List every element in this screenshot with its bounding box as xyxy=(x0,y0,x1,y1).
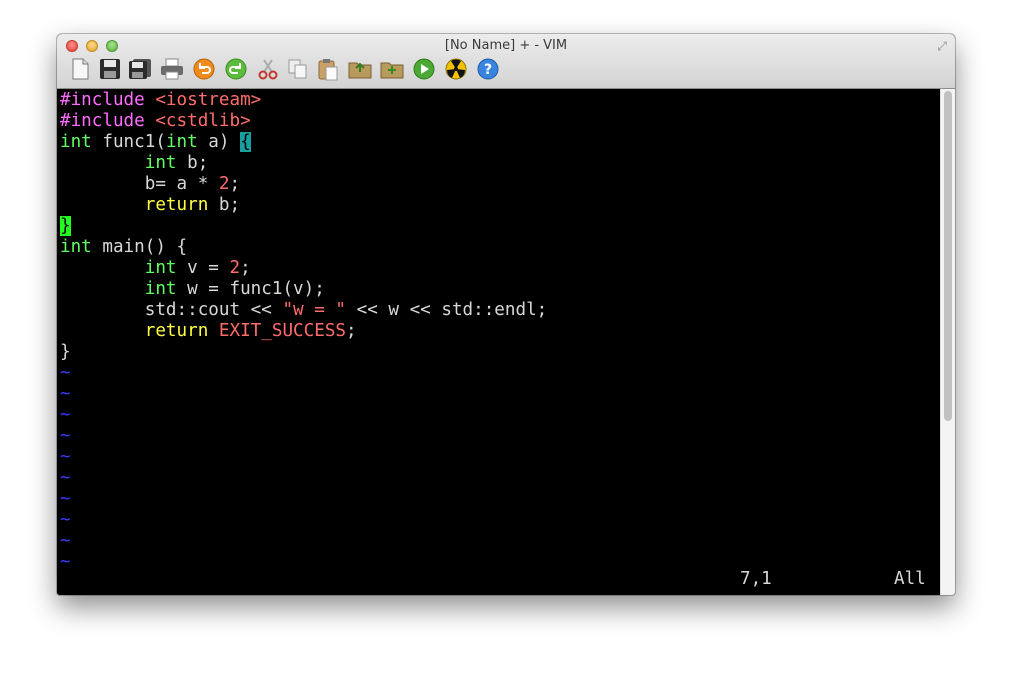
radiation-icon[interactable] xyxy=(443,56,469,82)
open-folder-icon[interactable] xyxy=(347,56,373,82)
code-line: return b; xyxy=(60,195,240,216)
type-token: int xyxy=(144,153,177,173)
code-line: b= a * 2; xyxy=(60,174,240,195)
header-token: <cstdlib> xyxy=(144,111,251,131)
paste-icon[interactable] xyxy=(315,56,341,82)
code-token: ; xyxy=(229,174,241,194)
empty-line-tilde: ~ xyxy=(60,468,71,488)
keyword-token: return xyxy=(144,195,209,215)
type-token: int xyxy=(165,132,198,152)
code-token: b; xyxy=(176,153,209,173)
code-line: return EXIT_SUCCESS; xyxy=(60,321,357,342)
preproc-token: #include xyxy=(60,90,145,110)
empty-line-tilde: ~ xyxy=(60,405,71,425)
preproc-token: #include xyxy=(60,111,145,131)
empty-line-tilde: ~ xyxy=(60,552,71,572)
code-line: int w = func1(v); xyxy=(60,279,325,300)
code-token: v = xyxy=(176,258,230,278)
run-icon[interactable] xyxy=(411,56,437,82)
empty-line-tilde: ~ xyxy=(60,531,71,551)
redo-icon[interactable] xyxy=(223,56,249,82)
code-token: func1( xyxy=(91,132,166,152)
code-token: std::cout << xyxy=(60,300,283,320)
code-token: w = func1(v); xyxy=(176,279,325,299)
cursor: } xyxy=(60,216,71,236)
empty-line-tilde: ~ xyxy=(60,384,71,404)
empty-line-tilde: ~ xyxy=(60,363,71,383)
code-token: a) xyxy=(197,132,241,152)
save-all-icon[interactable] xyxy=(127,56,153,82)
scroll-percent: All xyxy=(894,569,926,589)
code-line: int main() { xyxy=(60,237,187,258)
text-editor[interactable]: #include <iostream> #include <cstdlib> i… xyxy=(57,89,940,595)
save-icon[interactable] xyxy=(97,56,123,82)
empty-line-tilde: ~ xyxy=(60,510,71,530)
help-icon[interactable]: ? xyxy=(475,56,501,82)
empty-line-tilde: ~ xyxy=(60,447,71,467)
vim-window: [No Name] + - VIM ⤢ ? #include <iostream… xyxy=(57,34,955,595)
code-line: #include <cstdlib> xyxy=(60,111,251,132)
code-line: int b; xyxy=(60,153,209,174)
type-token: int xyxy=(60,237,92,257)
code-line: } xyxy=(60,342,71,363)
vertical-scrollbar[interactable] xyxy=(940,89,955,595)
new-file-icon[interactable] xyxy=(67,56,93,82)
fullscreen-icon[interactable]: ⤢ xyxy=(935,39,949,53)
header-token: <iostream> xyxy=(144,90,262,110)
title-bar: [No Name] + - VIM ⤢ ? xyxy=(57,34,955,89)
code-token: ; xyxy=(240,258,251,278)
number-token: 2 xyxy=(229,258,241,278)
print-icon[interactable] xyxy=(159,56,185,82)
code-line: int v = 2; xyxy=(60,258,251,279)
type-token: int xyxy=(60,132,92,152)
code-line: } xyxy=(60,216,71,237)
code-token: << w << std::endl; xyxy=(346,300,548,320)
keyword-token: return xyxy=(144,321,209,341)
code-line: std::cout << "w = " << w << std::endl; xyxy=(60,300,548,321)
empty-line-tilde: ~ xyxy=(60,426,71,446)
svg-text:?: ? xyxy=(484,62,492,78)
string-token: "w = " xyxy=(282,300,347,320)
type-token: int xyxy=(144,258,177,278)
constant-token: EXIT_SUCCESS xyxy=(218,321,347,341)
new-folder-icon[interactable] xyxy=(379,56,405,82)
code-token: main() { xyxy=(91,237,188,257)
window-title: [No Name] + - VIM xyxy=(444,38,568,53)
undo-icon[interactable] xyxy=(191,56,217,82)
scrollbar-thumb[interactable] xyxy=(944,91,952,421)
code-token: b; xyxy=(208,195,241,215)
number-token: 2 xyxy=(218,174,230,194)
copy-icon[interactable] xyxy=(285,56,311,82)
code-line: int func1(int a) { xyxy=(60,132,251,153)
empty-line-tilde: ~ xyxy=(60,489,71,509)
code-token: b= a * xyxy=(60,174,219,194)
code-token: } xyxy=(60,342,71,362)
cut-icon[interactable] xyxy=(255,56,281,82)
code-token: ; xyxy=(346,321,357,341)
code-line: #include <iostream> xyxy=(60,90,261,111)
type-token: int xyxy=(144,279,177,299)
matching-brace: { xyxy=(240,132,251,152)
cursor-position: 7,1 xyxy=(740,569,772,589)
